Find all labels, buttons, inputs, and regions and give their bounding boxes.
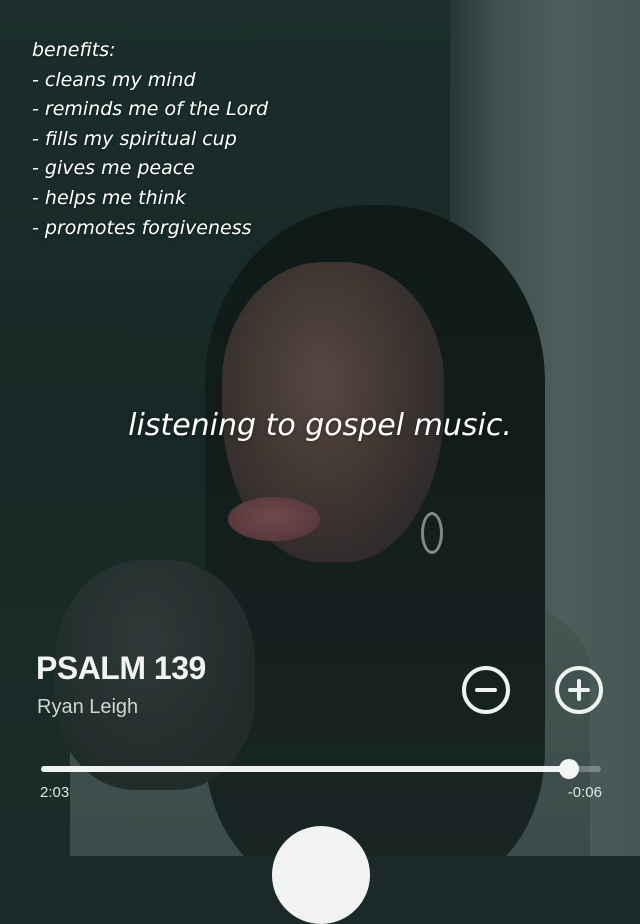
play-button[interactable] <box>272 826 370 924</box>
benefits-heading: benefits: <box>32 39 116 61</box>
progress-track[interactable] <box>41 759 601 779</box>
benefit-item: - gives me peace <box>32 157 195 180</box>
plus-circle-icon[interactable] <box>555 666 603 714</box>
plus-vertical-bar <box>577 679 581 701</box>
benefit-item: - fills my spiritual cup <box>32 127 237 150</box>
remaining-time: -0:06 <box>567 784 602 801</box>
minus-circle-icon[interactable] <box>462 666 510 714</box>
song-artist: Ryan Leigh <box>37 696 139 718</box>
benefit-item: - helps me think <box>32 186 186 209</box>
benefit-item: - promotes forgiveness <box>32 216 252 239</box>
song-title: PSALM 139 <box>36 650 206 686</box>
benefits-list: benefits: - cleans my mind - reminds me … <box>32 36 392 243</box>
benefit-item: - cleans my mind <box>32 68 196 91</box>
benefit-item: - reminds me of the Lord <box>32 98 269 121</box>
progress-thumb[interactable] <box>559 759 580 779</box>
minus-bar <box>475 688 497 692</box>
elapsed-time: 2:03 <box>40 784 70 801</box>
caption-text: listening to gospel music. <box>128 408 512 443</box>
progress-fill <box>41 766 570 772</box>
